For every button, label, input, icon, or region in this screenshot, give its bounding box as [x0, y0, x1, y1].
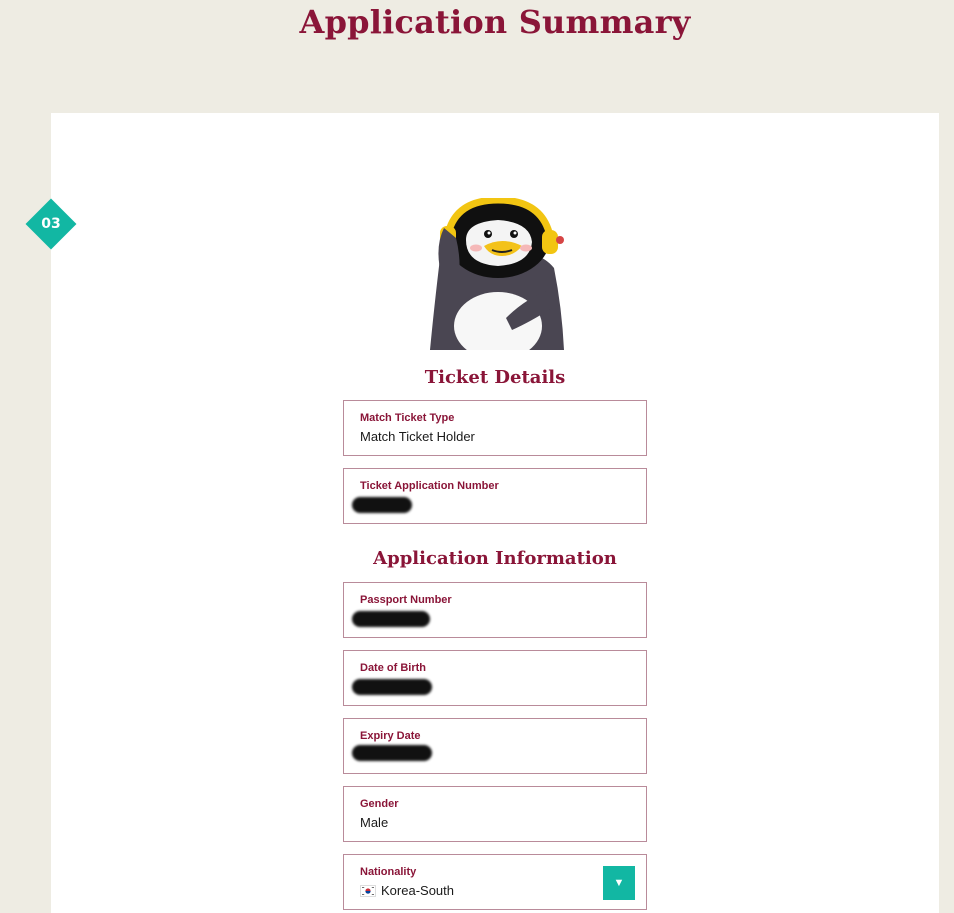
field-label: Match Ticket Type	[360, 412, 455, 424]
step-number: 03	[41, 216, 61, 232]
chevron-down-icon[interactable]: ▼	[603, 866, 635, 900]
gender-field[interactable]: Gender Male	[343, 786, 647, 842]
redacted-value	[352, 611, 430, 627]
page-title: Application Summary	[299, 3, 691, 41]
date-of-birth-field[interactable]: Date of Birth	[343, 650, 647, 706]
application-information-heading: Application Information	[373, 548, 617, 569]
match-ticket-type-field[interactable]: Match Ticket Type Match Ticket Holder	[343, 400, 647, 456]
field-value: Match Ticket Holder	[360, 429, 475, 444]
field-label: Date of Birth	[360, 662, 426, 674]
passport-number-field[interactable]: Passport Number	[343, 582, 647, 638]
redacted-value	[352, 497, 412, 513]
field-label: Ticket Application Number	[360, 480, 499, 492]
field-label: Passport Number	[360, 594, 452, 606]
field-label: Nationality	[360, 866, 417, 878]
ticket-application-number-field[interactable]: Ticket Application Number	[343, 468, 647, 524]
ticket-details-heading: Ticket Details	[424, 367, 566, 388]
expiry-date-field[interactable]: Expiry Date	[343, 718, 647, 774]
nationality-select[interactable]: Nationality Korea-South ▼	[343, 854, 647, 910]
penguin-mascot-image	[430, 198, 564, 350]
field-value: Korea-South	[381, 883, 454, 898]
redacted-value	[352, 679, 432, 695]
field-label: Gender	[360, 798, 399, 810]
south-korea-flag-icon	[360, 885, 376, 897]
field-label: Expiry Date	[360, 730, 421, 742]
field-value: Male	[360, 815, 389, 830]
redacted-value	[352, 745, 432, 761]
